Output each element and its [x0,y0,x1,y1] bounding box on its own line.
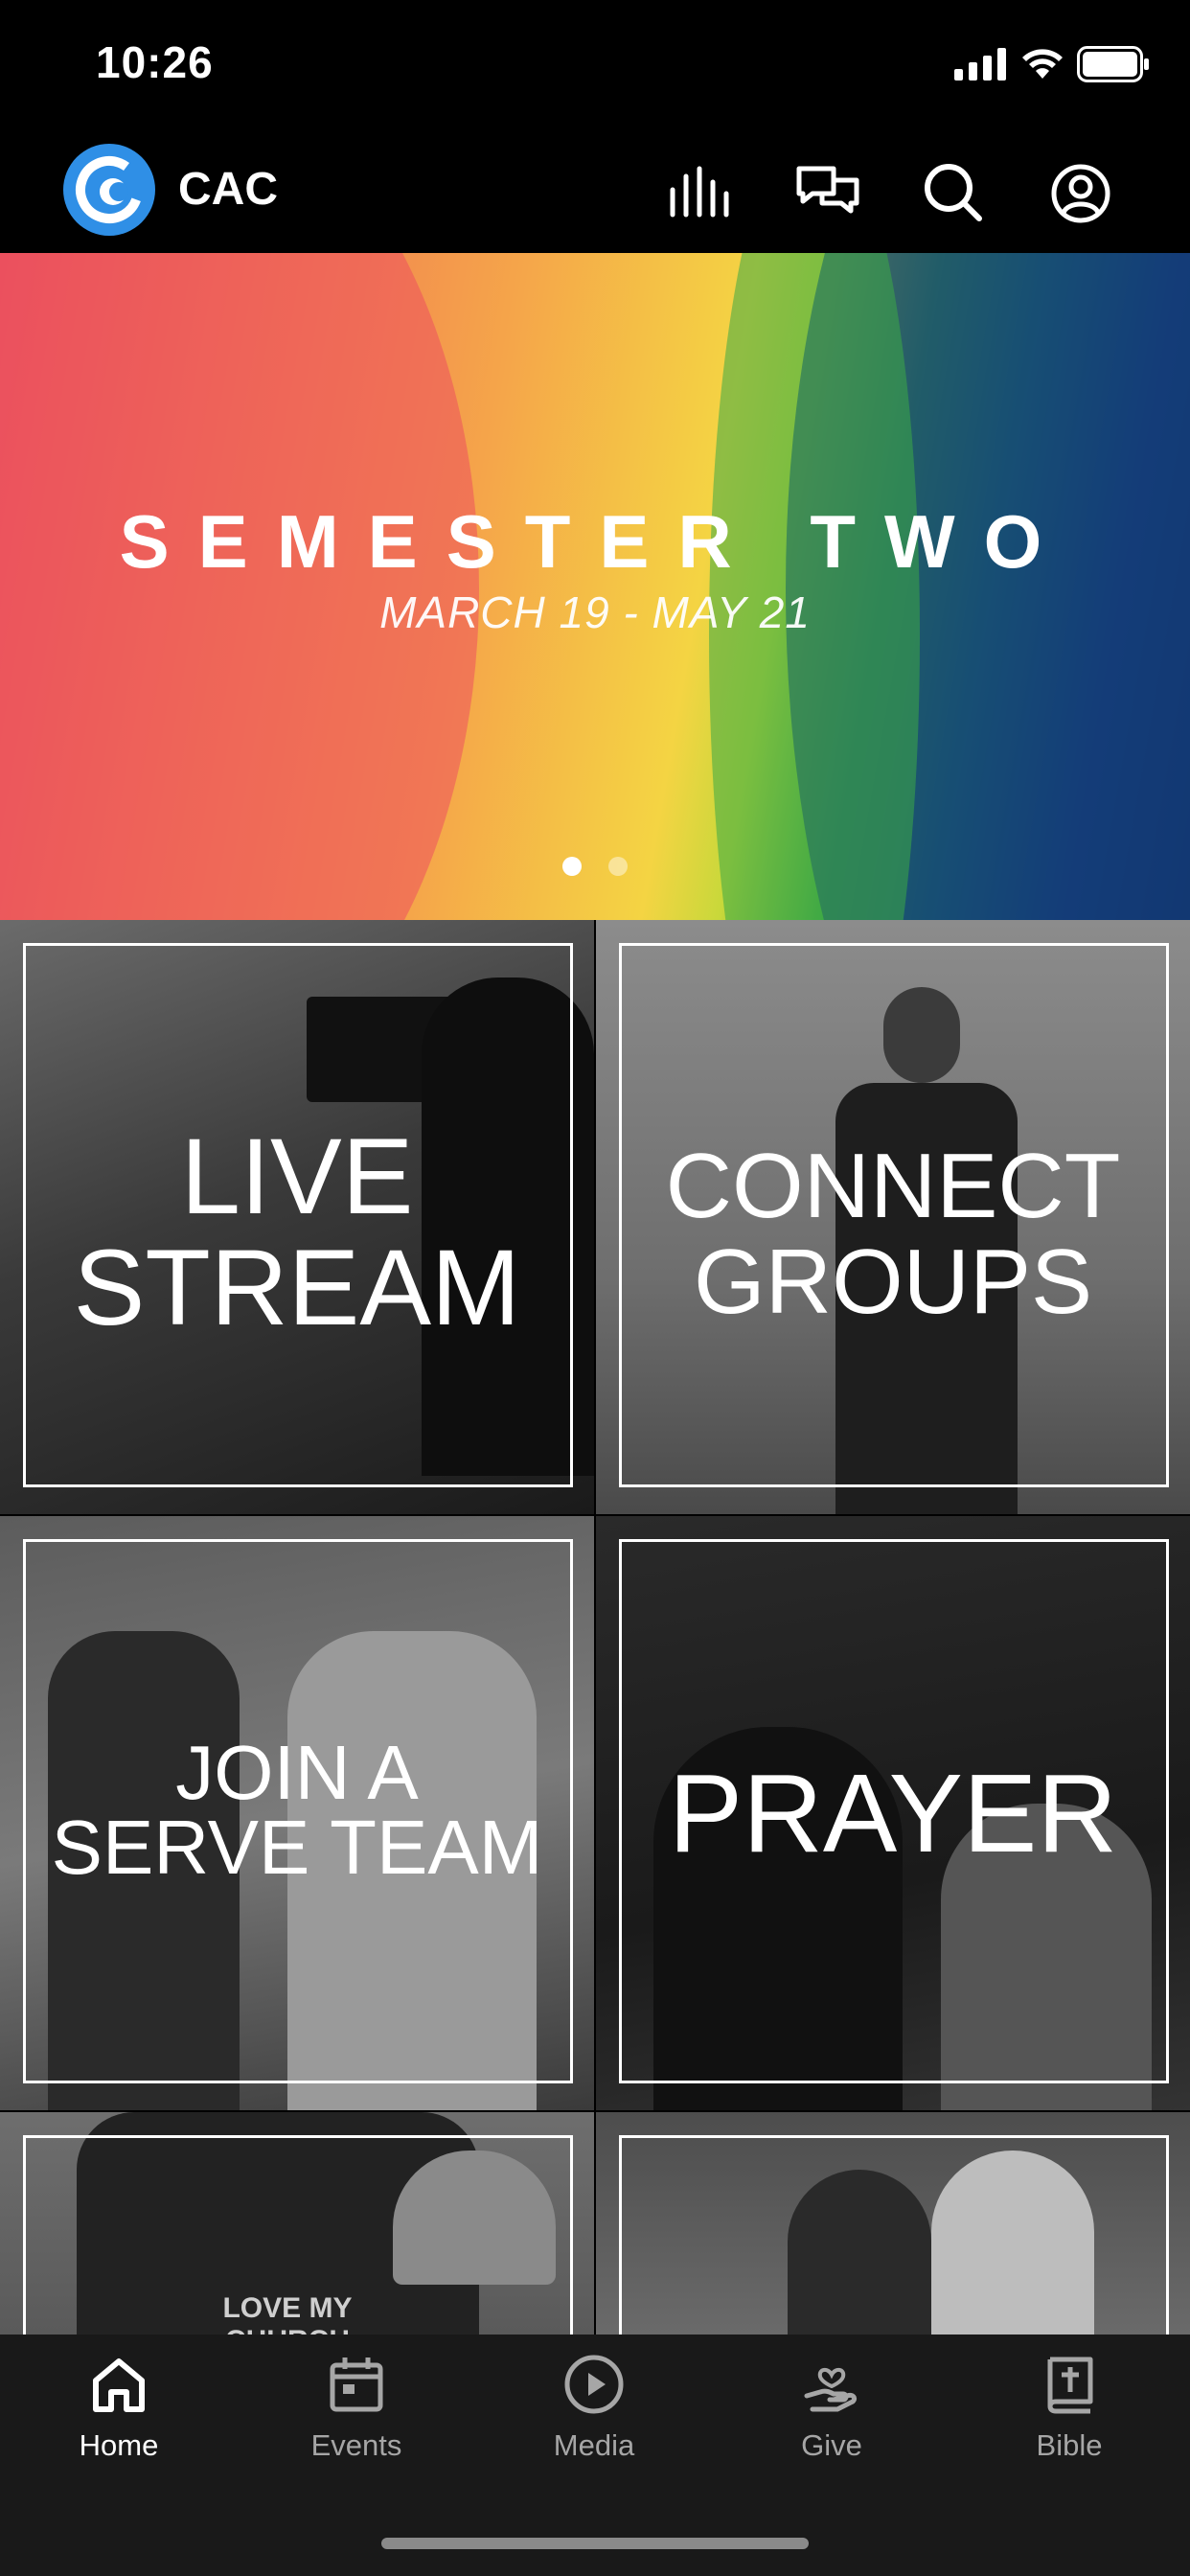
tab-label: Media [553,2428,635,2462]
tab-media[interactable]: Media [498,2354,690,2478]
tile-label-line1: PRAYER [668,1751,1118,1875]
tab-label: Home [79,2428,159,2462]
tile-label-line1: LIVE [180,1116,414,1236]
audio-levels-icon[interactable] [663,155,740,232]
home-icon [93,2358,145,2412]
play-icon [564,2355,624,2414]
tile-prayer[interactable]: PRAYER [596,1516,1190,2110]
home-indicator[interactable] [381,2538,809,2549]
status-time: 10:26 [96,37,214,87]
cellular-signal-icon [954,48,1006,80]
app-name: CAC [178,164,278,215]
tile-label-line2: SERVE TEAM [51,1805,543,1890]
tab-label: Bible [1036,2428,1103,2462]
tile-frame [619,2135,1169,2334]
tab-give[interactable]: Give [736,2354,927,2478]
tile-serve-team[interactable]: JOIN A SERVE TEAM [0,1516,594,2110]
tab-events[interactable]: Events [261,2354,452,2478]
tab-bible[interactable]: Bible [973,2354,1165,2478]
tile-people[interactable] [596,2112,1190,2334]
banner-dates: MARCH 19 - MAY 21 [379,587,811,637]
tile-label-line1: CONNECT [665,1135,1121,1237]
tab-label: Give [801,2428,862,2462]
battery-icon [1077,46,1149,82]
tile-label-line1: JOIN A [175,1730,419,1815]
logo-mark-icon [76,156,143,223]
banner-title: SEMESTER TWO [119,499,1071,584]
chat-icon[interactable] [790,155,866,232]
tab-label: Events [310,2428,402,2462]
bible-icon [1047,2357,1093,2414]
profile-icon[interactable] [1042,155,1119,232]
calendar-icon [330,2358,383,2412]
search-icon[interactable] [916,155,993,232]
tile-merch[interactable]: LOVE MY CHURCH [0,2112,594,2334]
tile-connect-groups[interactable]: CONNECT GROUPS [596,920,1190,1514]
merch-print-text: LOVE MY CHURCH [222,2292,353,2334]
give-icon [804,2368,858,2412]
tile-label-line2: STREAM [73,1228,521,1347]
tile-live-stream[interactable]: LIVE STREAM [0,920,594,1514]
carousel-dot[interactable] [608,857,628,876]
wifi-icon [1022,49,1063,79]
tab-home[interactable]: Home [23,2354,215,2478]
carousel-dot-active[interactable] [562,857,582,876]
tile-label-line2: GROUPS [693,1230,1093,1333]
church-logo[interactable] [63,144,155,236]
